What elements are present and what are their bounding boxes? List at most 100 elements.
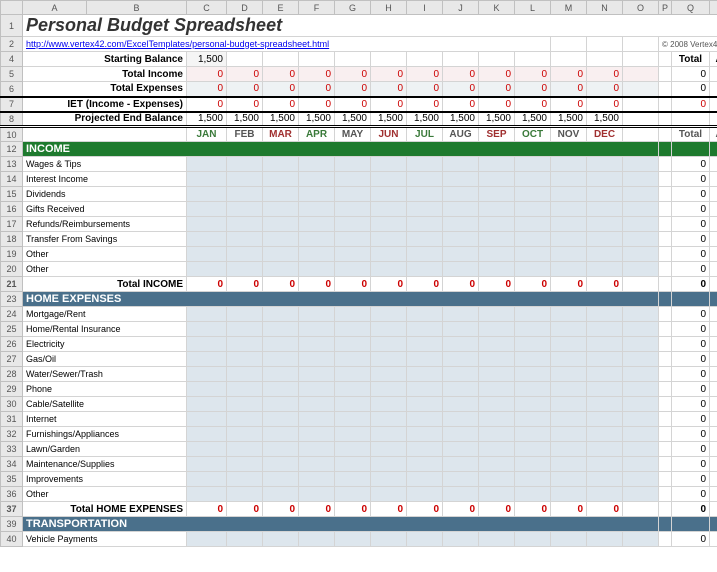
cell[interactable] bbox=[515, 322, 551, 337]
cell[interactable] bbox=[299, 457, 335, 472]
cell[interactable] bbox=[443, 397, 479, 412]
cell[interactable] bbox=[479, 397, 515, 412]
cell[interactable] bbox=[587, 232, 623, 247]
cell[interactable] bbox=[551, 172, 587, 187]
col-M[interactable]: M bbox=[551, 1, 587, 15]
row-header[interactable]: 31 bbox=[1, 412, 23, 427]
cell[interactable] bbox=[623, 427, 659, 442]
cell[interactable] bbox=[371, 232, 407, 247]
cell[interactable] bbox=[443, 307, 479, 322]
cell[interactable] bbox=[299, 442, 335, 457]
row-header[interactable]: 7 bbox=[1, 97, 23, 112]
cell[interactable] bbox=[407, 442, 443, 457]
row-header[interactable]: 35 bbox=[1, 472, 23, 487]
cell[interactable] bbox=[263, 172, 299, 187]
cell[interactable] bbox=[515, 307, 551, 322]
cell[interactable] bbox=[371, 247, 407, 262]
cell[interactable] bbox=[551, 412, 587, 427]
cell[interactable] bbox=[515, 187, 551, 202]
cell[interactable] bbox=[551, 262, 587, 277]
cell[interactable] bbox=[299, 412, 335, 427]
home-item[interactable]: Water/Sewer/Trash bbox=[23, 367, 187, 382]
cell[interactable] bbox=[587, 382, 623, 397]
cell[interactable] bbox=[335, 337, 371, 352]
cell[interactable] bbox=[299, 337, 335, 352]
cell[interactable] bbox=[263, 247, 299, 262]
cell[interactable] bbox=[263, 322, 299, 337]
cell[interactable] bbox=[623, 187, 659, 202]
row-header[interactable]: 32 bbox=[1, 427, 23, 442]
cell[interactable] bbox=[335, 412, 371, 427]
cell[interactable] bbox=[479, 367, 515, 382]
cell[interactable] bbox=[227, 232, 263, 247]
cell[interactable] bbox=[479, 322, 515, 337]
cell[interactable] bbox=[371, 322, 407, 337]
cell[interactable] bbox=[623, 157, 659, 172]
net-value[interactable]: 0 bbox=[407, 97, 443, 112]
cell[interactable] bbox=[479, 247, 515, 262]
cell[interactable] bbox=[407, 337, 443, 352]
cell[interactable] bbox=[227, 427, 263, 442]
income-item[interactable]: Wages & Tips bbox=[23, 157, 187, 172]
cell[interactable] bbox=[443, 442, 479, 457]
cell[interactable] bbox=[335, 157, 371, 172]
cell[interactable] bbox=[623, 412, 659, 427]
cell[interactable] bbox=[187, 322, 227, 337]
cell[interactable] bbox=[407, 487, 443, 502]
cell[interactable] bbox=[587, 472, 623, 487]
cell[interactable] bbox=[407, 217, 443, 232]
cell[interactable] bbox=[479, 157, 515, 172]
income-item[interactable]: Transfer From Savings bbox=[23, 232, 187, 247]
expense-value[interactable]: 0 bbox=[227, 82, 263, 97]
cell[interactable] bbox=[623, 217, 659, 232]
income-value[interactable]: 0 bbox=[551, 67, 587, 82]
cell[interactable] bbox=[371, 397, 407, 412]
cell[interactable] bbox=[227, 397, 263, 412]
cell[interactable] bbox=[479, 532, 515, 547]
cell[interactable] bbox=[227, 487, 263, 502]
net-value[interactable]: 0 bbox=[443, 97, 479, 112]
cell[interactable] bbox=[263, 382, 299, 397]
col-A[interactable]: A bbox=[23, 1, 87, 15]
expense-value[interactable]: 0 bbox=[407, 82, 443, 97]
cell[interactable] bbox=[623, 172, 659, 187]
cell[interactable] bbox=[263, 337, 299, 352]
cell[interactable] bbox=[335, 247, 371, 262]
cell[interactable] bbox=[551, 457, 587, 472]
cell[interactable] bbox=[407, 202, 443, 217]
cell[interactable] bbox=[551, 217, 587, 232]
cell[interactable] bbox=[587, 397, 623, 412]
cell[interactable] bbox=[443, 367, 479, 382]
cell[interactable] bbox=[263, 427, 299, 442]
starting-balance-value[interactable]: 1,500 bbox=[187, 52, 227, 67]
home-item[interactable]: Gas/Oil bbox=[23, 352, 187, 367]
expense-value[interactable]: 0 bbox=[443, 82, 479, 97]
cell[interactable] bbox=[407, 247, 443, 262]
projected-value[interactable]: 1,500 bbox=[299, 112, 335, 127]
cell[interactable] bbox=[443, 322, 479, 337]
projected-value[interactable]: 1,500 bbox=[335, 112, 371, 127]
cell[interactable] bbox=[335, 352, 371, 367]
cell[interactable] bbox=[263, 262, 299, 277]
cell[interactable] bbox=[187, 217, 227, 232]
row-header[interactable]: 5 bbox=[1, 67, 23, 82]
cell[interactable] bbox=[623, 322, 659, 337]
cell[interactable] bbox=[371, 382, 407, 397]
cell[interactable] bbox=[443, 472, 479, 487]
cell[interactable] bbox=[587, 217, 623, 232]
cell[interactable] bbox=[227, 322, 263, 337]
cell[interactable] bbox=[587, 187, 623, 202]
cell[interactable] bbox=[515, 367, 551, 382]
cell[interactable] bbox=[443, 202, 479, 217]
cell[interactable] bbox=[371, 157, 407, 172]
cell[interactable] bbox=[443, 247, 479, 262]
cell[interactable] bbox=[187, 352, 227, 367]
row-header[interactable]: 4 bbox=[1, 52, 23, 67]
cell[interactable] bbox=[187, 202, 227, 217]
home-item[interactable]: Improvements bbox=[23, 472, 187, 487]
row-header[interactable]: 30 bbox=[1, 397, 23, 412]
cell[interactable] bbox=[187, 412, 227, 427]
cell[interactable] bbox=[479, 457, 515, 472]
cell[interactable] bbox=[187, 472, 227, 487]
cell[interactable] bbox=[515, 442, 551, 457]
